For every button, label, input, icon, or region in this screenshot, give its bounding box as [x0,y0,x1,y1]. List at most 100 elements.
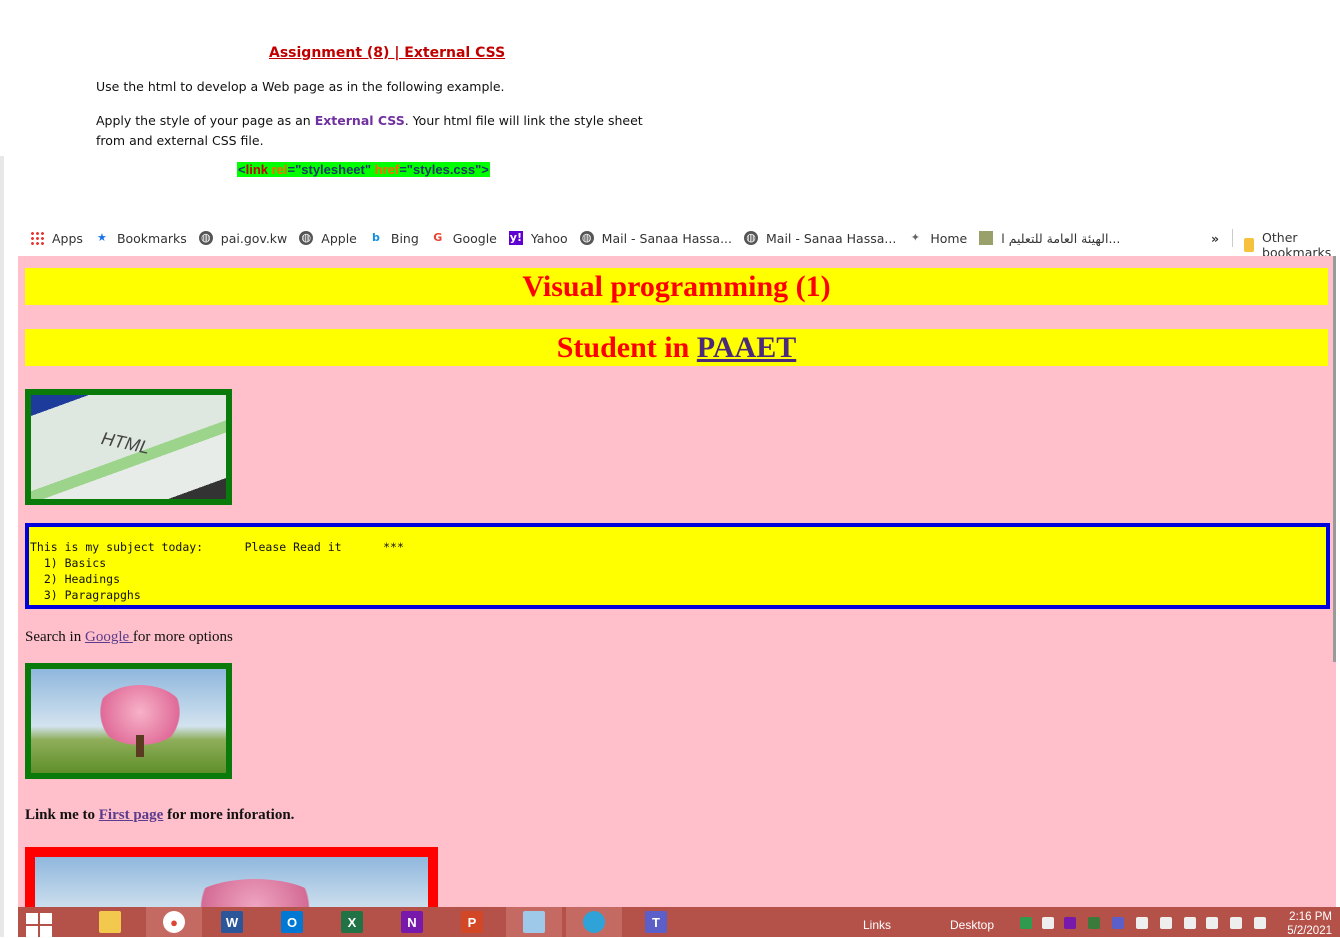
bookmark-label: Apple [321,230,357,246]
bookmark-yahoo[interactable]: y! Yahoo [508,230,568,246]
site-icon [979,231,994,245]
code-attr-href: href [371,162,400,177]
bookmarks-divider [1232,229,1233,247]
network-tray-icon[interactable] [1136,917,1148,929]
folder-icon [99,911,121,933]
snip-icon [523,911,545,933]
globe-icon: ◍ [198,231,213,245]
window-edge [0,156,4,937]
star-icon: ★ [97,231,107,244]
more-bookmarks-chevron-icon[interactable]: » [1211,231,1219,246]
code-tag: link [245,162,272,177]
onenote-tray-icon[interactable] [1064,917,1076,929]
link-text: Link me to [25,807,99,823]
nvidia-tray-icon[interactable] [1088,917,1100,929]
chrome-button[interactable]: ● [146,907,202,937]
word-button[interactable]: W [204,907,260,937]
tree-canopy [185,879,325,907]
cloud-tray-icon[interactable] [1160,917,1172,929]
teams-button[interactable]: T [628,907,684,937]
bookmark-bing[interactable]: b Bing [369,231,419,246]
bookmark-label: Home [930,230,968,246]
word-icon: W [221,911,243,933]
assignment-document: Assignment (8) | External CSS Use the ht… [0,0,1340,220]
bookmark-mail-1[interactable]: ◍ Mail - Sanaa Hassa... [579,231,732,246]
bookmark-label: Bing [390,230,419,246]
code-eq1: = [287,162,296,177]
first-page-link[interactable]: First page [99,807,164,823]
volume-tray-icon[interactable] [1254,917,1266,929]
search-text-end: for more options [132,629,233,645]
file-explorer-button[interactable] [82,907,138,937]
instruction-line-2: Apply the style of your page as an Exter… [96,111,666,151]
code-val-styles: "styles.css" [406,162,482,177]
signal-tray-icon[interactable] [1230,917,1242,929]
yahoo-icon: y! [508,231,523,245]
instruction-line-1: Use the html to develop a Web page as in… [96,79,505,94]
bookmark-home[interactable]: ✦ Home [908,230,968,246]
pre-line: 1) Basics [30,556,107,570]
heading-visual-programming: Visual programming (1) [25,268,1328,305]
heading-student: Student in PAAET [25,329,1328,366]
rendered-web-page: Visual programming (1) Student in PAAET … [18,256,1336,907]
bookmark-label: Apps [52,230,83,246]
search-text: Search in [25,629,85,645]
desktop-toolbar-label[interactable]: Desktop [950,918,994,932]
globe-icon: ◍ [744,231,758,245]
folder-icon [1244,238,1255,252]
windows-taskbar: ● W O X N P T Links Desktop 2:16 PM 5/2/2… [18,907,1340,937]
flag-tray-icon[interactable] [1206,917,1218,929]
link-text-end: for more inforation. [163,807,295,823]
scrollbar[interactable] [1333,256,1336,662]
edge-button[interactable] [566,907,622,937]
bookmarks-bar: Apps ★ Bookmarks ◍ pai.gov.kw ◍ Apple b Bing… [18,222,1340,260]
subject-preformatted-box: This is my subject today: Please Read it… [25,523,1330,609]
tray-icon[interactable] [1042,917,1054,929]
teams-tray-icon[interactable] [1112,917,1124,929]
bookmark-bookmarks[interactable]: ★ Bookmarks [95,231,187,246]
clock[interactable]: 2:16 PM 5/2/2021 [1287,910,1332,938]
chrome-icon: ● [163,911,185,933]
bookmark-apps[interactable]: Apps [30,231,83,246]
bookmark-label: Google [452,230,497,246]
excel-icon: X [341,911,363,933]
excel-button[interactable]: X [324,907,380,937]
instruction-line-2-start: Apply the style of your page as an [96,113,315,128]
code-gt: > [481,162,489,177]
bookmark-apple[interactable]: ◍ Apple [299,231,357,246]
bookmark-paaet-arabic[interactable]: الهيئة العامة للتعليم ا... [979,231,1120,246]
security-tray-icon[interactable] [1020,917,1032,929]
links-toolbar-label[interactable]: Links [863,918,891,932]
clock-date: 5/2/2021 [1287,925,1332,937]
pre-line: 2) Headings [30,572,121,586]
onenote-icon: N [401,911,423,933]
outlook-button[interactable]: O [264,907,320,937]
bookmark-mail-2[interactable]: ◍ Mail - Sanaa Hassa... [744,231,896,246]
clock-time: 2:16 PM [1289,911,1332,923]
outlook-icon: O [281,911,303,933]
code-eq2: = [399,162,407,177]
start-button-windows-icon[interactable] [26,913,52,937]
code-val-stylesheet: "stylesheet" [295,162,372,177]
teams-icon: T [645,911,667,933]
code-lt: < [238,162,246,177]
google-icon: G [433,231,443,244]
first-page-paragraph: Link me to First page for more inforatio… [25,807,294,824]
bluetooth-tray-icon[interactable] [1184,917,1196,929]
globe-icon: ◍ [299,231,314,245]
google-link[interactable]: Google [85,629,133,645]
bing-icon: b [371,231,380,244]
edge-icon [583,911,605,933]
cherry-tree-large-image [25,847,438,907]
paaet-link[interactable]: PAAET [697,331,796,364]
tree-trunk [136,735,144,757]
apps-icon [30,231,44,245]
heading-student-text: Student in [556,331,697,364]
powerpoint-button[interactable]: P [444,907,500,937]
onenote-button[interactable]: N [384,907,440,937]
bookmark-label: Yahoo [530,230,568,246]
bookmark-pai[interactable]: ◍ pai.gov.kw [198,231,287,246]
powerpoint-icon: P [461,911,483,933]
bookmark-google[interactable]: G Google [431,231,497,246]
snip-tool-button[interactable] [506,907,562,937]
